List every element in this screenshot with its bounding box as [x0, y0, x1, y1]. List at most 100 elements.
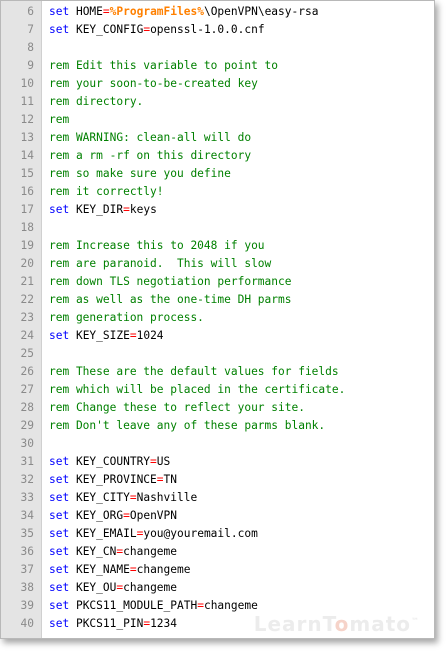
code-line[interactable]: 25 — [1, 345, 434, 363]
code-text[interactable]: set KEY_ORG=OpenVPN — [49, 507, 177, 525]
code-text[interactable]: rem down TLS negotiation performance — [49, 273, 291, 291]
code-line[interactable]: 33 set KEY_CITY=Nashville — [1, 489, 434, 507]
comment-token: rem as well as the one-time DH parms — [49, 293, 292, 306]
code-line[interactable]: 12 rem — [1, 111, 434, 129]
code-text[interactable]: rem it correctly! — [49, 183, 164, 201]
code-line[interactable]: 28 rem Change these to reflect your site. — [1, 399, 434, 417]
code-line[interactable]: 35 set KEY_EMAIL=you@youremail.com — [1, 525, 434, 543]
line-number: 7 — [27, 23, 34, 36]
code-line[interactable]: 29 rem Don't leave any of these parms bla… — [1, 417, 434, 435]
code-line[interactable]: 38 set KEY_OU=changeme — [1, 579, 434, 597]
code-text[interactable]: rem WARNING: clean-all will do — [49, 129, 251, 147]
code-line[interactable]: 11 rem directory. — [1, 93, 434, 111]
line-number: 18 — [20, 221, 34, 234]
line-number: 40 — [20, 617, 34, 630]
comment-token: rem — [49, 113, 70, 126]
line-number: 29 — [20, 419, 34, 432]
text-token: HOME — [69, 5, 103, 18]
code-text[interactable]: rem Edit this variable to point to — [49, 57, 278, 75]
line-number: 17 — [20, 203, 34, 216]
code-line[interactable]: 10 rem your soon-to-be-created key — [1, 75, 434, 93]
code-text[interactable]: set KEY_DIR=keys — [49, 201, 157, 219]
comment-token: rem down TLS negotiation performance — [49, 275, 292, 288]
code-line[interactable]: 15 rem so make sure you define — [1, 165, 434, 183]
code-line[interactable]: 22 rem as well as the one-time DH parms — [1, 291, 434, 309]
code-line[interactable]: 27 rem which will be placed in the certif… — [1, 381, 434, 399]
code-line[interactable]: 13 rem WARNING: clean-all will do — [1, 129, 434, 147]
code-lines[interactable]: 6 set HOME=%ProgramFiles%\OpenVPN\easy-rs… — [1, 3, 434, 633]
variable-token: %ProgramFiles% — [109, 5, 204, 18]
code-text[interactable]: rem Change these to reflect your site. — [49, 399, 305, 417]
code-text[interactable]: rem Increase this to 2048 if you — [49, 237, 265, 255]
code-text[interactable]: set KEY_PROVINCE=TN — [49, 471, 177, 489]
code-text[interactable]: rem which will be placed in the certific… — [49, 381, 345, 399]
code-line[interactable]: 26 rem These are the default values for f… — [1, 363, 434, 381]
code-line[interactable]: 20 rem are paranoid. This will slow — [1, 255, 434, 273]
code-text[interactable]: rem directory. — [49, 93, 143, 111]
text-token: PKCS11_MODULE_PATH — [69, 599, 198, 612]
code-line[interactable]: 21 rem down TLS negotiation performance — [1, 273, 434, 291]
line-number: 25 — [20, 347, 34, 360]
operator-token: = — [150, 455, 157, 468]
comment-token: rem WARNING: clean-all will do — [49, 131, 252, 144]
code-line[interactable]: 14 rem a rm -rf on this directory — [1, 147, 434, 165]
text-token: PKCS11_PIN — [69, 617, 144, 630]
text-token: KEY_CONFIG — [69, 23, 144, 36]
code-text[interactable]: rem a rm -rf on this directory — [49, 147, 251, 165]
line-number: 9 — [27, 59, 34, 72]
code-text[interactable]: set KEY_COUNTRY=US — [49, 453, 170, 471]
code-text[interactable]: rem as well as the one-time DH parms — [49, 291, 291, 309]
text-token: KEY_PROVINCE — [69, 473, 157, 486]
code-line[interactable]: 9 rem Edit this variable to point to — [1, 57, 434, 75]
code-text[interactable]: rem are paranoid. This will slow — [49, 255, 271, 273]
code-text[interactable]: set KEY_SIZE=1024 — [49, 327, 164, 345]
code-line[interactable]: 30 — [1, 435, 434, 453]
code-text[interactable]: rem generation process. — [49, 309, 204, 327]
code-text[interactable]: rem — [49, 111, 69, 129]
line-number: 14 — [20, 149, 34, 162]
code-text[interactable]: set KEY_EMAIL=you@youremail.com — [49, 525, 258, 543]
comment-token: rem Change these to reflect your site. — [49, 401, 305, 414]
code-text[interactable]: set KEY_CITY=Nashville — [49, 489, 197, 507]
code-line[interactable]: 31 set KEY_COUNTRY=US — [1, 453, 434, 471]
text-token: changeme — [123, 545, 178, 558]
code-text[interactable]: set KEY_CN=changeme — [49, 543, 177, 561]
line-number: 13 — [20, 131, 34, 144]
code-text[interactable]: rem your soon-to-be-created key — [49, 75, 258, 93]
code-line[interactable]: 18 — [1, 219, 434, 237]
comment-token: rem Increase this to 2048 if you — [49, 239, 265, 252]
code-line[interactable]: 37 set KEY_NAME=changeme — [1, 561, 434, 579]
code-line[interactable]: 19 rem Increase this to 2048 if you — [1, 237, 434, 255]
code-editor[interactable]: 6 set HOME=%ProgramFiles%\OpenVPN\easy-rs… — [0, 0, 435, 639]
text-token: \OpenVPN\easy-rsa — [203, 5, 319, 18]
operator-token: = — [123, 509, 130, 522]
line-number: 35 — [20, 527, 34, 540]
operator-token: = — [156, 473, 164, 486]
text-token: TN — [163, 473, 178, 486]
comment-token: rem your soon-to-be-created key — [49, 77, 258, 90]
code-line[interactable]: 24 set KEY_SIZE=1024 — [1, 327, 434, 345]
code-text[interactable]: set KEY_NAME=changeme — [49, 561, 190, 579]
code-text[interactable]: rem Don't leave any of these parms blank… — [49, 417, 325, 435]
code-text[interactable]: rem These are the default values for fie… — [49, 363, 339, 381]
code-line[interactable]: 34 set KEY_ORG=OpenVPN — [1, 507, 434, 525]
code-text[interactable]: rem so make sure you define — [49, 165, 231, 183]
keyword-token: set — [49, 455, 70, 468]
code-text[interactable]: set KEY_CONFIG=openssl-1.0.0.cnf — [49, 21, 265, 39]
operator-token: = — [129, 563, 137, 576]
code-line[interactable]: 7 set KEY_CONFIG=openssl-1.0.0.cnf — [1, 21, 434, 39]
line-number: 26 — [20, 365, 34, 378]
text-token: KEY_CITY — [69, 491, 130, 504]
code-line[interactable]: 17 set KEY_DIR=keys — [1, 201, 434, 219]
code-line[interactable]: 36 set KEY_CN=changeme — [1, 543, 434, 561]
code-line[interactable]: 8 — [1, 39, 434, 57]
code-line[interactable]: 23 rem generation process. — [1, 309, 434, 327]
comment-token: rem These are the default values for fie… — [49, 365, 339, 378]
code-text[interactable]: set PKCS11_MODULE_PATH=changeme — [49, 597, 258, 615]
code-text[interactable]: set PKCS11_PIN=1234 — [49, 615, 177, 633]
code-text[interactable]: set HOME=%ProgramFiles%\OpenVPN\easy-rsa — [49, 3, 318, 21]
code-text[interactable]: set KEY_OU=changeme — [49, 579, 177, 597]
code-line[interactable]: 6 set HOME=%ProgramFiles%\OpenVPN\easy-rs… — [1, 3, 434, 21]
code-line[interactable]: 32 set KEY_PROVINCE=TN — [1, 471, 434, 489]
code-line[interactable]: 16 rem it correctly! — [1, 183, 434, 201]
